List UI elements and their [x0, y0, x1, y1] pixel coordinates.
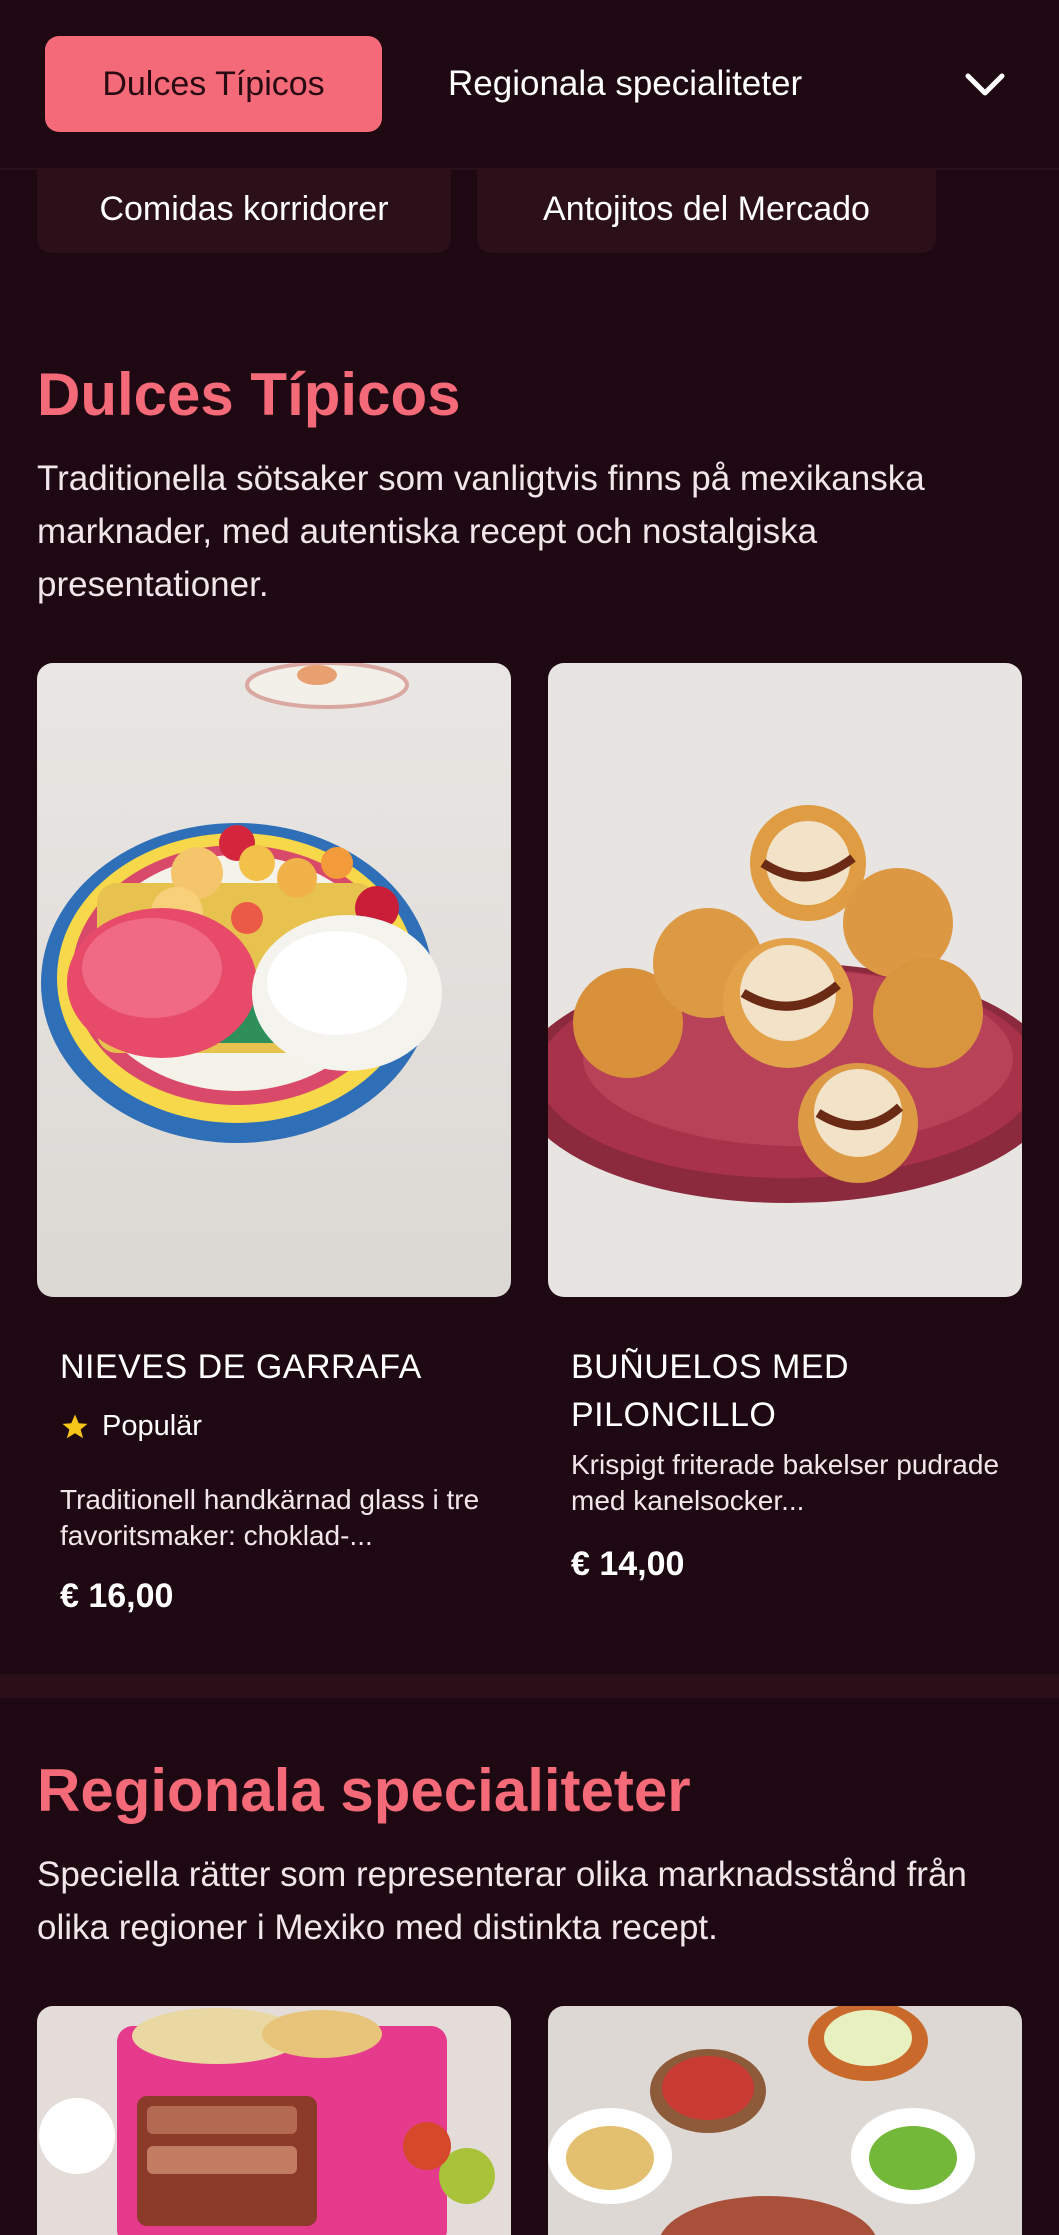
star-icon [62, 1414, 88, 1438]
tab-antojitos-del-mercado[interactable]: Antojitos del Mercado [477, 165, 936, 253]
item-description: Krispigt friterade bakelser pudrade med … [571, 1449, 1000, 1516]
item-name: NIEVES DE GARRAFA [60, 1348, 422, 1386]
bunuelos-image[interactable] [548, 663, 1022, 1297]
item-price: € 14,00 [571, 1545, 685, 1583]
regional-item-image[interactable] [37, 2006, 511, 2235]
tab-comidas-korridorer[interactable]: Comidas korridorer [37, 165, 451, 253]
badge-label: Populär [102, 1410, 202, 1442]
section-title: Dulces Típicos [37, 361, 461, 428]
regional-item-image[interactable] [548, 2006, 1022, 2235]
chevron-down-icon[interactable] [960, 60, 1010, 110]
section-description: Speciella rätter som representerar olika… [37, 1855, 967, 1947]
popular-badge: Populär [60, 1410, 202, 1443]
section-title: Regionala specialiteter [37, 1757, 691, 1824]
tab-dulces-tipicos[interactable]: Dulces Típicos [45, 36, 382, 132]
item-description: Traditionell handkärnad glass i tre favo… [60, 1484, 480, 1551]
category-bar: Dulces Típicos Regionala specialiteter [0, 0, 1059, 170]
item-price: € 16,00 [60, 1577, 174, 1615]
section-description: Traditionella sötsaker som vanligtvis fi… [37, 459, 925, 604]
nieves-de-garrafa-image[interactable] [37, 663, 511, 1297]
item-name: BUÑUELOS MED PILONCILLO [571, 1348, 850, 1434]
tab-regionala-specialiteter[interactable]: Regionala specialiteter [448, 36, 802, 132]
section-divider [0, 1674, 1059, 1698]
